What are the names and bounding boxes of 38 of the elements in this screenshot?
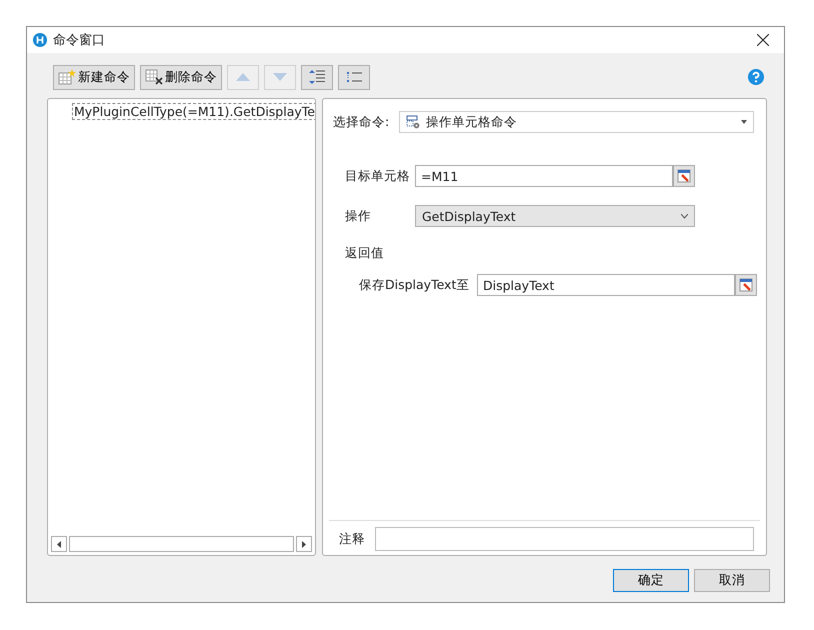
cell-picker-icon <box>677 169 691 183</box>
command-icon <box>406 115 420 129</box>
toolbar-button[interactable]: 新建命令 <box>53 64 135 90</box>
new-table-icon <box>58 69 76 85</box>
field-label: 目标单元格 <box>345 168 410 182</box>
command-dropdown[interactable]: 操作单元格命令 <box>399 111 754 133</box>
field-label: 保存DisplayText至 <box>359 276 470 292</box>
indent-list-icon <box>309 70 325 84</box>
left-triangle-icon <box>57 540 61 548</box>
chevron-down-icon <box>681 214 688 218</box>
dropdown-caret-icon <box>741 120 747 124</box>
scrollbar-track[interactable] <box>69 536 294 552</box>
dialog-button[interactable]: 确定 <box>613 569 689 592</box>
dialog-button[interactable]: 取消 <box>694 569 770 592</box>
cell-field[interactable]: DisplayText <box>477 274 735 296</box>
list-icon <box>346 71 362 83</box>
help-icon[interactable] <box>748 69 764 85</box>
toolbar-button[interactable]: 删除命令 <box>140 64 222 90</box>
comment-field[interactable] <box>375 527 754 551</box>
toolbar-button[interactable] <box>301 64 333 90</box>
comment-label: 注释 <box>339 530 365 548</box>
section-label: 返回值 <box>345 245 384 260</box>
cell-picker-icon <box>739 278 753 292</box>
app-logo-icon <box>33 33 47 47</box>
scroll-left-button[interactable] <box>51 536 67 552</box>
delete-table-icon <box>145 69 163 85</box>
field-label: 操作 <box>345 208 371 222</box>
command-label: 选择命令: <box>333 114 390 130</box>
toolbar-button[interactable] <box>338 64 370 90</box>
window-title: 命令窗口 <box>53 32 105 49</box>
cell-picker-button[interactable] <box>735 274 757 296</box>
cell-field[interactable]: =M11 <box>415 165 673 187</box>
down-triangle-icon <box>273 73 287 81</box>
right-triangle-icon <box>302 540 306 548</box>
operation-dropdown[interactable]: GetDisplayText <box>415 205 695 227</box>
up-triangle-icon <box>236 73 250 81</box>
scroll-right-button[interactable] <box>296 536 312 552</box>
cell-picker-button[interactable] <box>673 165 695 187</box>
